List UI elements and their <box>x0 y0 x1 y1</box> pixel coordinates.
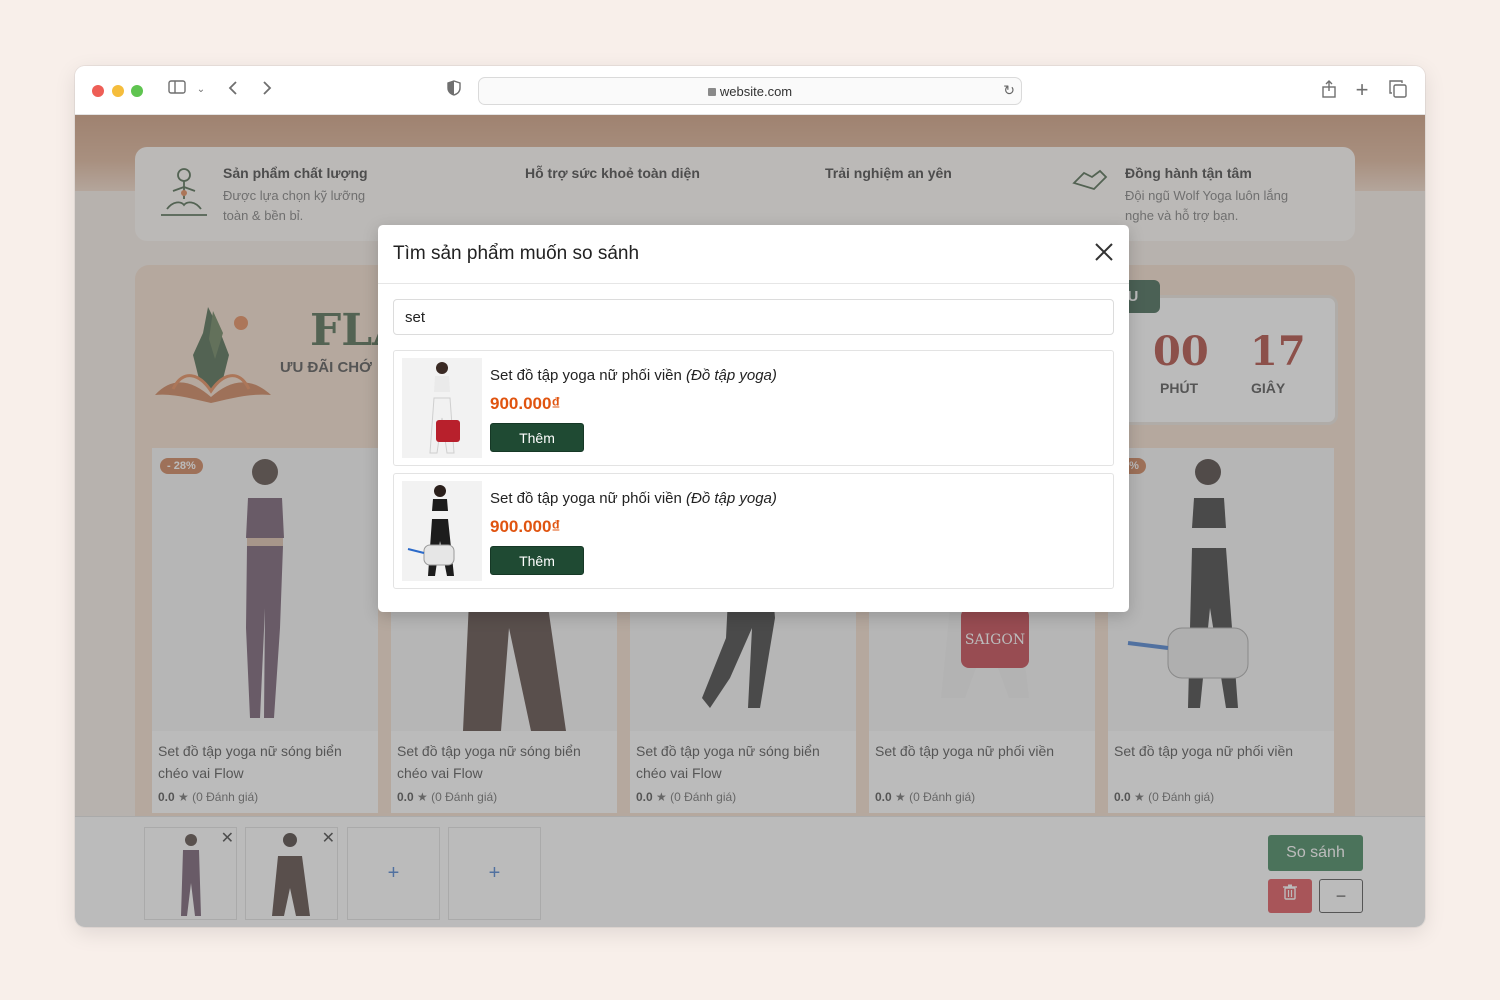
page-content: Sản phẩm chất lượng Được lựa chọn kỹ lưỡ… <box>75 115 1425 927</box>
search-result-item: Set đồ tập yoga nữ phối viền (Đồ tập yog… <box>393 473 1114 589</box>
close-window-button[interactable] <box>92 85 104 97</box>
browser-toolbar: ⌄ website.com ↻ + <box>75 66 1425 115</box>
maximize-window-button[interactable] <box>131 85 143 97</box>
result-image <box>402 481 482 581</box>
address-bar[interactable]: website.com ↻ <box>478 77 1022 105</box>
add-to-compare-button[interactable]: Thêm <box>490 546 584 575</box>
minimize-window-button[interactable] <box>112 85 124 97</box>
new-tab-icon[interactable]: + <box>1353 79 1371 101</box>
forward-arrow-icon[interactable] <box>259 80 275 100</box>
result-name: Set đồ tập yoga nữ phối viền (Đồ tập yog… <box>490 490 777 507</box>
result-price: 900.000₫ <box>490 517 561 536</box>
result-price: 900.000₫ <box>490 394 561 413</box>
compare-search-modal: Tìm sản phẩm muốn so sánh Set đồ tập yog… <box>378 225 1129 612</box>
share-icon[interactable] <box>1320 80 1338 100</box>
product-search-input[interactable] <box>393 299 1114 335</box>
shield-icon[interactable] <box>445 80 463 100</box>
url-text: website.com <box>719 84 793 99</box>
chevron-down-icon[interactable]: ⌄ <box>195 80 207 100</box>
modal-header: Tìm sản phẩm muốn so sánh <box>378 225 1129 284</box>
lock-icon <box>707 88 716 96</box>
result-image <box>402 358 482 458</box>
sidebar-icon[interactable] <box>167 80 187 100</box>
search-result-item: Set đồ tập yoga nữ phối viền (Đồ tập yog… <box>393 350 1114 466</box>
back-arrow-icon[interactable] <box>225 80 241 100</box>
tabs-overview-icon[interactable] <box>1388 80 1408 100</box>
browser-window: ⌄ website.com ↻ + Sản phẩm c <box>75 66 1425 927</box>
result-name: Set đồ tập yoga nữ phối viền (Đồ tập yog… <box>490 367 777 384</box>
reload-icon[interactable]: ↻ <box>1003 82 1015 99</box>
close-icon[interactable] <box>1091 239 1117 265</box>
add-to-compare-button[interactable]: Thêm <box>490 423 584 452</box>
modal-title: Tìm sản phẩm muốn so sánh <box>393 243 640 264</box>
